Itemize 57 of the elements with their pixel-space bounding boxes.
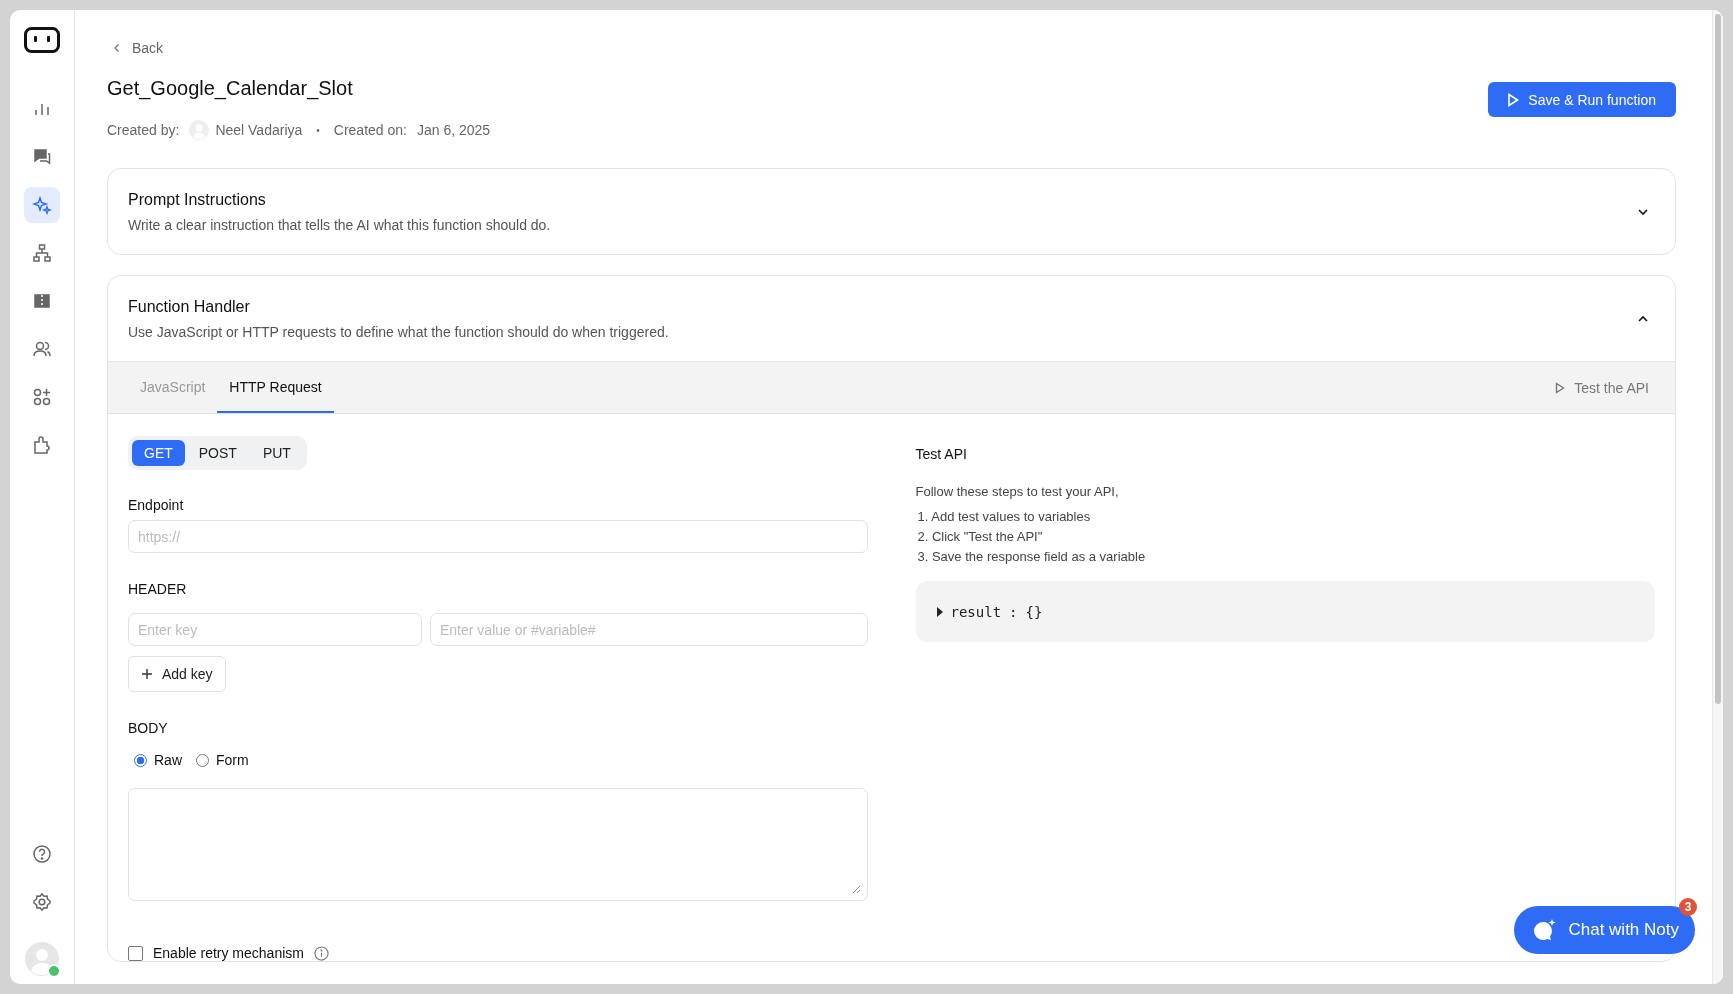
caret-right-icon[interactable]: [936, 606, 943, 617]
method-option[interactable]: POST: [186, 440, 249, 466]
plus-icon: [141, 668, 153, 680]
help-icon: [32, 844, 52, 864]
endpoint-field[interactable]: https://: [128, 520, 868, 553]
test-step: 1. Add test values to variables: [917, 509, 1091, 524]
hierarchy-icon: [32, 243, 52, 263]
test-step: 3. Save the response field as a variable: [917, 549, 1146, 564]
sparkle-icon: [32, 195, 52, 215]
sparkle-nav-button[interactable]: [24, 187, 60, 223]
result-separator: :: [1009, 603, 1018, 620]
test-api-button[interactable]: Test the API: [1549, 362, 1655, 413]
header-label: HEADER: [128, 581, 188, 597]
retry-checkbox[interactable]: [128, 945, 143, 961]
header-value-field[interactable]: Enter value or #variable#: [430, 613, 868, 646]
test-api-intro: Follow these steps to test your API,: [915, 484, 1120, 499]
body-mode-radio[interactable]: Raw: [134, 752, 182, 768]
section-title: Function Handler: [128, 298, 251, 316]
result-key: result: [950, 603, 1002, 620]
save-run-button[interactable]: Save & Run function: [1488, 82, 1676, 117]
play-icon: [1555, 381, 1566, 394]
author-name: Neel Vadariya: [215, 122, 303, 138]
robot-logo[interactable]: [24, 27, 60, 53]
notification-badge: 3: [1679, 898, 1697, 916]
resize-handle-icon: [850, 884, 861, 894]
scrollbar[interactable]: [1712, 10, 1723, 984]
section-description: Write a clear instruction that tells the AI what this function should do.: [128, 217, 551, 233]
method-option[interactable]: PUT: [250, 440, 303, 466]
retry-label: Enable retry mechanism: [153, 945, 304, 961]
chevron-left-icon: [112, 43, 122, 53]
settings-icon: [32, 892, 52, 912]
play-icon: [1507, 92, 1520, 107]
test-step: 2. Click "Test the API": [917, 529, 1043, 544]
info-icon[interactable]: [313, 945, 329, 961]
result-value: {}: [1025, 603, 1043, 620]
separator-dot: •: [316, 124, 320, 136]
chevron-down-icon[interactable]: [1637, 206, 1649, 218]
chat-icon: [32, 147, 52, 167]
header-key-field[interactable]: Enter key: [128, 613, 422, 646]
body-mode-radio[interactable]: Form: [196, 752, 249, 768]
add-key-button[interactable]: Add key: [128, 656, 226, 692]
created-on-label: Created on:: [333, 122, 407, 138]
created-by-label: Created by:: [107, 122, 180, 138]
users-icon: [32, 339, 52, 359]
section-description: Use JavaScript or HTTP requests to define what the function should do when triggered.: [128, 324, 669, 340]
puzzle-icon: [32, 435, 52, 455]
section-title: Prompt Instructions: [128, 191, 267, 209]
apps-icon: [32, 387, 52, 407]
body-label: BODY: [128, 720, 169, 736]
created-on-date: Jan 6, 2025: [416, 122, 491, 138]
endpoint-label: Endpoint: [128, 497, 185, 513]
function-title: Get_Google_Calendar_Slot: [107, 77, 354, 100]
handler-tab[interactable]: HTTP Request: [217, 362, 334, 413]
ticket-icon: [32, 291, 52, 311]
method-option[interactable]: GET: [132, 440, 185, 466]
test-api-title: Test API: [915, 446, 968, 462]
back-link[interactable]: Back: [107, 40, 164, 56]
